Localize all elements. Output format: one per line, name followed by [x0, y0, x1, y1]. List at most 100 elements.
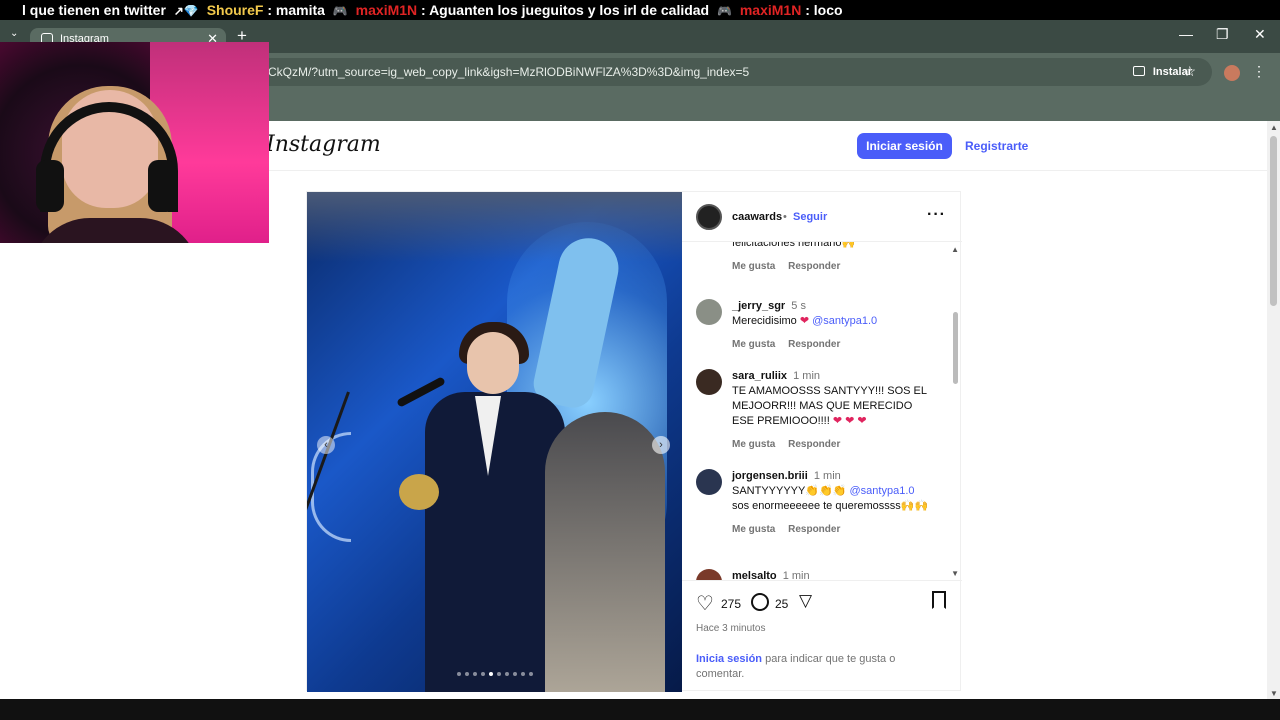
carousel-dots: [307, 672, 682, 676]
post-time: Hace 3 minutos: [696, 623, 766, 634]
reply-comment-button[interactable]: Responder: [788, 339, 840, 350]
headphone-cup-left: [36, 160, 64, 212]
heart-emoji-icon: ❤ ❤ ❤: [832, 415, 867, 427]
share-icon[interactable]: ▽: [799, 591, 812, 611]
login-button[interactable]: Iniciar sesión: [857, 133, 952, 159]
scrollbar-thumb[interactable]: [1270, 136, 1277, 306]
like-comment-button[interactable]: Me gusta: [732, 524, 775, 535]
install-icon: [1132, 66, 1145, 76]
like-comment-button[interactable]: Me gusta: [732, 261, 775, 272]
bookmark-star-icon[interactable]: ☆: [1183, 63, 1196, 80]
post-action-bar: ♡ 275 25 ▽ Hace 3 minutos: [682, 580, 962, 640]
comment-mention[interactable]: @santypa1.0: [850, 485, 915, 497]
profile-avatar-icon[interactable]: [1224, 65, 1240, 81]
comment-time: 1 min: [793, 370, 821, 382]
comment-body: jorgensen.briii 1 min SANTYYYYYY👏👏👏 @san…: [732, 469, 932, 537]
close-window-button[interactable]: ✕: [1254, 26, 1266, 43]
heart-emoji-icon: ❤: [799, 315, 810, 327]
instagram-logo[interactable]: Instagram: [266, 132, 381, 157]
comment-text: SANTYYYYYY👏👏👏: [732, 485, 850, 497]
chat-user-3: maxiM1N: [355, 2, 418, 18]
reply-comment-button[interactable]: Responder: [788, 439, 840, 450]
stream-chat-bar: l que tienen en twitter ↗💎 ShoureF : mam…: [0, 0, 1280, 20]
comment-time: 1 min: [813, 470, 841, 482]
comment-body: felicitaciones hermano🙌 Me gusta Respond…: [732, 242, 932, 274]
comment-actions: Me gusta Responder: [732, 259, 932, 274]
comment-text: Merecidisimo: [732, 315, 800, 327]
comment-time: 1 min: [782, 570, 810, 580]
carousel-dot: [496, 672, 501, 676]
chat-message-1: l que tienen en twitter: [22, 2, 166, 18]
comment-text-wrap: TE AMAMOOSSS SANTYYY!!! SOS EL MEJOORR!!…: [732, 384, 932, 429]
like-heart-icon[interactable]: ♡: [696, 591, 714, 616]
minimize-button[interactable]: —: [1179, 26, 1193, 42]
comment-bubble-icon[interactable]: [751, 593, 769, 611]
login-prompt-link[interactable]: Inicia sesión: [696, 653, 762, 665]
comment-username[interactable]: melsalto: [732, 570, 777, 580]
chat-badge-icon: 🎮: [717, 4, 732, 18]
comment-actions: Me gusta Responder: [732, 522, 932, 537]
carousel-dot: [456, 672, 461, 676]
chat-user-4: maxiM1N: [739, 2, 802, 18]
signup-link[interactable]: Registrarte: [965, 139, 1028, 153]
page-scrollbar[interactable]: ▲ ▼: [1267, 121, 1280, 700]
comments-scroll-down-icon[interactable]: ▼: [951, 569, 959, 578]
like-comment-button[interactable]: Me gusta: [732, 339, 775, 350]
like-comment-button[interactable]: Me gusta: [732, 439, 775, 450]
browser-menu-icon[interactable]: ⋮: [1252, 63, 1266, 80]
chat-badge-icon: ↗💎: [173, 4, 199, 18]
carousel-dot: [528, 672, 533, 676]
comment-mention[interactable]: @santypa1.0: [812, 315, 877, 327]
comment-username[interactable]: _jerry_sgr: [732, 300, 785, 312]
login-prompt: Inicia sesión para indicar que te gusta …: [696, 652, 946, 682]
commenter-avatar[interactable]: [696, 469, 722, 495]
comment-body: melsalto 1 min: [732, 569, 932, 580]
carousel-next-button[interactable]: ›: [652, 436, 670, 454]
commenter-avatar[interactable]: [696, 569, 722, 580]
comment-body: _jerry_sgr 5 s Merecidisimo ❤ @santypa1.…: [732, 299, 932, 352]
chat-message-3: : Aguanten los jueguitos y los irl de ca…: [421, 2, 710, 18]
chat-badge-icon: 🎮: [332, 4, 348, 18]
chat-message-4: : loco: [805, 2, 843, 18]
comments-scroll-up-icon[interactable]: ▲: [951, 245, 959, 254]
carousel-dot: [512, 672, 517, 676]
headphone-cup-right: [148, 160, 176, 212]
chat-user-2: ShoureF: [206, 2, 264, 18]
post-image[interactable]: ‹ ›: [307, 192, 682, 692]
separator-dot: •: [783, 211, 787, 223]
comment-text-continued: sos enormeeeeee te queremossss🙌🙌: [732, 500, 929, 512]
bookmark-icon[interactable]: [932, 591, 946, 609]
reply-comment-button[interactable]: Responder: [788, 524, 840, 535]
author-avatar[interactable]: [696, 204, 722, 230]
comment-actions: Me gusta Responder: [732, 437, 932, 452]
more-options-icon[interactable]: ···: [927, 206, 946, 224]
author-name[interactable]: caawards: [732, 211, 782, 223]
comment-username[interactable]: jorgensen.briii: [732, 470, 808, 482]
post-sidebar: caawards • Seguir ··· felicitaciones her…: [682, 192, 962, 692]
follow-button[interactable]: Seguir: [793, 211, 827, 223]
trophy: [399, 474, 439, 510]
comment-username[interactable]: sara_ruliix: [732, 370, 787, 382]
comment-text-wrap: SANTYYYYYY👏👏👏 @santypa1.0: [732, 484, 932, 499]
award-statue: [545, 412, 665, 692]
screen: l que tienen en twitter ↗💎 ShoureF : mam…: [0, 0, 1280, 720]
comment-actions: Me gusta Responder: [732, 337, 932, 352]
taskbar-strip: [0, 699, 1280, 720]
maximize-button[interactable]: ❐: [1216, 26, 1229, 43]
tab-search-icon[interactable]: ⌄: [10, 28, 18, 39]
commenter-avatar[interactable]: [696, 299, 722, 325]
comments-scrollbar[interactable]: [953, 312, 958, 384]
person-suit: [425, 392, 565, 692]
carousel-dot: [480, 672, 485, 676]
comments-list[interactable]: felicitaciones hermano🙌 Me gusta Respond…: [682, 242, 962, 580]
commenter-avatar[interactable]: [696, 369, 722, 395]
post-author-row: caawards • Seguir ···: [682, 192, 962, 242]
person-head: [467, 332, 519, 394]
comment-text-wrap: Merecidisimo ❤ @santypa1.0: [732, 314, 932, 329]
reply-comment-button[interactable]: Responder: [788, 261, 840, 272]
webcam-overlay: [0, 42, 269, 243]
scroll-up-icon[interactable]: ▲: [1270, 123, 1278, 132]
carousel-dot: [504, 672, 509, 676]
carousel-prev-button[interactable]: ‹: [317, 436, 335, 454]
scroll-down-icon[interactable]: ▼: [1270, 689, 1278, 698]
